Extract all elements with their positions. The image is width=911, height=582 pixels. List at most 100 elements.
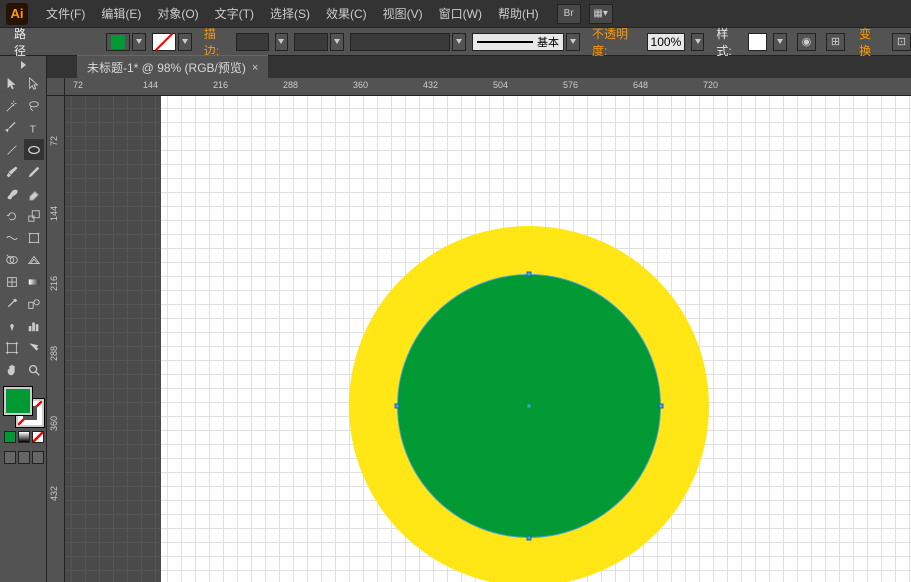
center-point[interactable] <box>528 405 531 408</box>
var-width-profile[interactable] <box>294 33 344 51</box>
pencil-tool[interactable] <box>24 161 45 182</box>
recolor-artwork-icon[interactable]: ◉ <box>797 33 816 51</box>
canvas-container: 72 144 216 288 360 432 504 576 648 720 7… <box>47 78 911 582</box>
zoom-tool[interactable] <box>24 359 45 380</box>
rotate-tool[interactable] <box>2 205 23 226</box>
eraser-tool[interactable] <box>24 183 45 204</box>
gradient-tool[interactable] <box>24 271 45 292</box>
selection-type-label: 路径 <box>14 25 37 59</box>
eyedropper-tool[interactable] <box>2 293 23 314</box>
svg-text:T: T <box>29 123 36 135</box>
slice-tool[interactable] <box>24 337 45 358</box>
menu-object[interactable]: 对象(O) <box>149 0 206 28</box>
stroke-color-dropdown[interactable] <box>178 33 192 51</box>
fill-color-swatch[interactable] <box>106 33 130 51</box>
menu-edit[interactable]: 编辑(E) <box>93 0 149 28</box>
brush-preset-group: 基本 <box>472 33 580 51</box>
document-area: 未标题-1* @ 98% (RGB/预览) × 72 144 216 288 3… <box>47 56 911 582</box>
magic-wand-tool[interactable] <box>2 95 23 116</box>
direct-selection-tool[interactable] <box>24 73 45 94</box>
app-logo-icon: Ai <box>6 3 28 25</box>
stroke-swatch-group <box>152 33 192 51</box>
ellipse-tool[interactable] <box>24 139 45 160</box>
align-panel-icon[interactable]: ⊞ <box>826 33 845 51</box>
column-graph-tool[interactable] <box>24 315 45 336</box>
document-tab[interactable]: 未标题-1* @ 98% (RGB/预览) × <box>77 55 268 79</box>
perspective-grid-tool[interactable] <box>24 249 45 270</box>
stroke-color-swatch[interactable] <box>152 33 176 51</box>
line-segment-tool[interactable] <box>2 139 23 160</box>
menubar: Ai 文件(F) 编辑(E) 对象(O) 文字(T) 选择(S) 效果(C) 视… <box>0 0 911 28</box>
color-mode-solid[interactable] <box>4 431 16 443</box>
document-tab-title: 未标题-1* @ 98% (RGB/预览) <box>87 59 246 76</box>
menu-view[interactable]: 视图(V) <box>375 0 431 28</box>
menu-file[interactable]: 文件(F) <box>38 0 93 28</box>
isolate-object-icon[interactable]: ⊡ <box>892 33 911 51</box>
pen-tool[interactable] <box>2 117 23 138</box>
draw-normal[interactable] <box>4 451 16 464</box>
scale-tool[interactable] <box>24 205 45 226</box>
fill-stroke-control[interactable] <box>4 387 44 427</box>
options-bar: 路径 描边: 基本 不透明度: 100% 样式: ◉ ⊞ 变换 ⊡ <box>0 28 911 56</box>
vertical-ruler[interactable]: 72 144 216 288 360 432 <box>47 96 65 582</box>
menubar-right: Br ▦▾ <box>557 4 613 24</box>
hand-tool[interactable] <box>2 359 23 380</box>
graphic-style-dropdown[interactable] <box>773 33 786 51</box>
mesh-tool[interactable] <box>2 271 23 292</box>
color-mode-gradient[interactable] <box>18 431 30 443</box>
selection-tool[interactable] <box>2 73 23 94</box>
brush-preset[interactable]: 基本 <box>472 33 564 51</box>
stroke-weight-label[interactable]: 描边: <box>204 25 230 59</box>
transform-panel-label[interactable]: 变换 <box>859 25 882 59</box>
bridge-button[interactable]: Br <box>557 4 581 24</box>
draw-inside[interactable] <box>32 451 44 464</box>
width-tool[interactable] <box>2 227 23 248</box>
paintbrush-tool[interactable] <box>2 161 23 182</box>
opacity-input[interactable]: 100% <box>647 33 685 51</box>
brush-definition-input[interactable] <box>350 33 450 51</box>
ruler-origin[interactable] <box>47 78 65 96</box>
anchor-right[interactable] <box>659 404 664 409</box>
blob-brush-tool[interactable] <box>2 183 23 204</box>
opacity-label[interactable]: 不透明度: <box>592 25 641 59</box>
menu-type[interactable]: 文字(T) <box>207 0 262 28</box>
brush-group <box>350 33 466 51</box>
brush-stroke-preview-icon <box>477 41 533 43</box>
menu-effect[interactable]: 效果(C) <box>318 0 375 28</box>
anchor-top[interactable] <box>527 272 532 277</box>
toolbar: T <box>0 56 47 582</box>
artboard-tool[interactable] <box>2 337 23 358</box>
blend-tool[interactable] <box>24 293 45 314</box>
menu-window[interactable]: 窗口(W) <box>431 0 490 28</box>
stroke-weight-input[interactable] <box>236 33 269 51</box>
brush-dropdown[interactable] <box>452 33 466 51</box>
lasso-tool[interactable] <box>24 95 45 116</box>
shape-builder-tool[interactable] <box>2 249 23 270</box>
brush-preset-dropdown[interactable] <box>566 33 580 51</box>
color-mode-row <box>4 431 44 443</box>
toolbar-flyout-icon[interactable] <box>17 60 29 70</box>
color-mode-none[interactable] <box>32 431 44 443</box>
fill-swatch-group <box>106 33 146 51</box>
graphic-style-label: 样式: <box>716 25 742 59</box>
workspace: T <box>0 56 911 582</box>
fill-color-dropdown[interactable] <box>132 33 146 51</box>
draw-behind[interactable] <box>18 451 30 464</box>
stroke-weight-dropdown[interactable] <box>275 33 288 51</box>
free-transform-tool[interactable] <box>24 227 45 248</box>
close-icon[interactable]: × <box>252 62 258 74</box>
opacity-dropdown[interactable] <box>691 33 704 51</box>
canvas[interactable] <box>65 96 911 582</box>
menu-select[interactable]: 选择(S) <box>262 0 318 28</box>
horizontal-ruler[interactable]: 72 144 216 288 360 432 504 576 648 720 <box>65 78 911 96</box>
symbol-sprayer-tool[interactable] <box>2 315 23 336</box>
graphic-style-swatch[interactable] <box>748 33 767 51</box>
screen-mode-row <box>4 451 44 464</box>
arrange-documents-button[interactable]: ▦▾ <box>589 4 613 24</box>
fill-color-box[interactable] <box>4 387 32 415</box>
anchor-left[interactable] <box>395 404 400 409</box>
anchor-bottom[interactable] <box>527 536 532 541</box>
menu-help[interactable]: 帮助(H) <box>490 0 547 28</box>
document-tab-bar: 未标题-1* @ 98% (RGB/预览) × <box>47 56 911 78</box>
type-tool[interactable]: T <box>24 117 45 138</box>
